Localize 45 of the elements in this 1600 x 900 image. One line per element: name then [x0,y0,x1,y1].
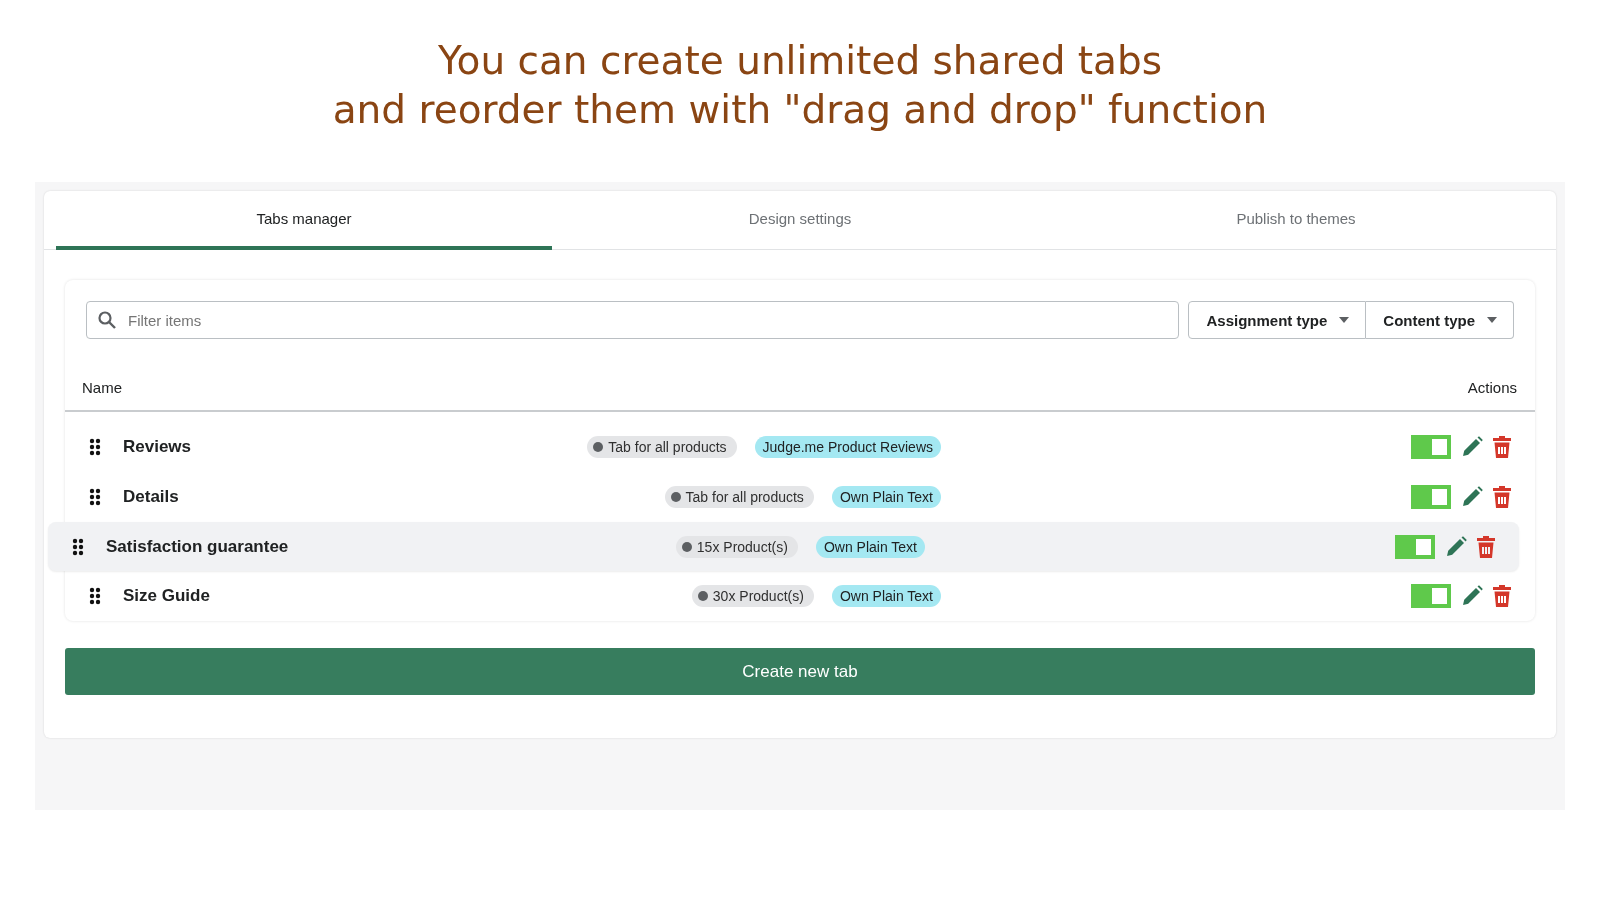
table-row[interactable]: Size Guide 30x Product(s) Own Plain Text [65,571,1535,621]
tab[interactable]: Publish to themes [1048,191,1544,250]
toggle-switch[interactable] [1411,485,1451,509]
drag-handle-icon[interactable] [72,537,84,556]
pencil-icon[interactable] [1461,585,1483,607]
search-field[interactable]: Filter items [86,301,1180,339]
tab-name: Satisfaction guarantee [106,536,290,557]
content-type-tag: Own Plain Text [831,486,941,508]
caret-icon [1487,317,1497,323]
tab-name: Reviews [123,437,193,457]
create-tab-button[interactable]: Create new tab [65,648,1535,695]
pencil-icon[interactable] [1445,535,1467,558]
drag-handle-icon[interactable] [89,587,101,605]
drag-handle-icon[interactable] [89,438,101,456]
assignment-tag: 30x Product(s) [691,585,814,607]
tab[interactable]: Design settings [552,191,1048,250]
assignment-tag: Tab for all products [587,436,737,458]
trash-icon[interactable] [1493,436,1511,458]
pencil-icon[interactable] [1461,486,1483,508]
toggle-switch[interactable] [1411,584,1451,608]
pencil-icon[interactable] [1461,436,1483,458]
headline: and reorder them with "drag and drop" function [331,86,1269,134]
drag-handle-icon[interactable] [89,488,101,506]
column-header: Actions [1467,379,1517,398]
filter-dropdown[interactable]: Assignment type [1188,301,1367,339]
assignment-tag: Tab for all products [664,486,814,508]
filter-dropdown[interactable]: Content type [1366,301,1514,339]
caret-icon [1339,317,1350,323]
table-row[interactable]: Reviews Tab for all products Judge.me Product Reviews [65,422,1535,472]
content-type-tag: Own Plain Text [831,585,941,607]
content-type-tag: Own Plain Text [815,535,925,558]
column-header: Name [82,379,122,398]
trash-icon[interactable] [1493,486,1511,508]
table-row[interactable]: Details Tab for all products Own Plain Text [65,472,1535,522]
tab-name: Size Guide [123,586,211,606]
content-type-tag: Judge.me Product Reviews [754,436,941,458]
toggle-switch[interactable] [1411,435,1451,459]
trash-icon[interactable] [1477,535,1495,558]
trash-icon[interactable] [1493,585,1511,607]
tab[interactable]: Tabs manager [56,191,552,250]
assignment-tag: 15x Product(s) [675,535,798,558]
table-row[interactable]: Satisfaction guarantee 15x Product(s) Own Plain Text [48,522,1519,571]
tab-name: Details [123,487,180,507]
headline: You can create unlimited shared tabs [436,37,1164,85]
toggle-switch[interactable] [1395,534,1435,559]
